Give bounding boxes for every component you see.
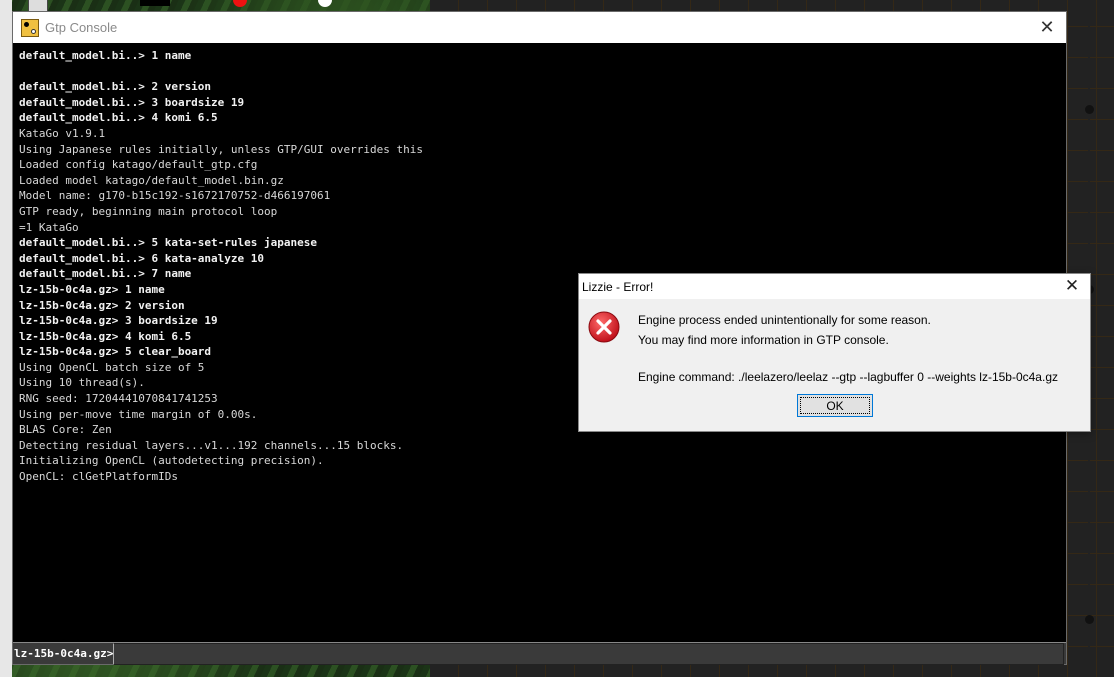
console-line: GTP ready, beginning main protocol loop (19, 204, 278, 218)
error-icon (588, 311, 620, 343)
star-point (1085, 105, 1094, 114)
black-stone (140, 0, 170, 6)
console-command-input[interactable] (113, 642, 1064, 665)
console-line: Detecting residual layers...v1...192 cha… (19, 438, 404, 452)
console-close-button[interactable]: ✕ (1034, 15, 1060, 39)
console-input-bar: lz-15b-0c4a.gz> (13, 642, 1066, 665)
ok-button[interactable]: OK (797, 394, 873, 417)
console-line: Loaded model katago/default_model.bin.gz (19, 173, 284, 187)
close-icon: ✕ (1064, 276, 1080, 295)
console-line: KataGo v1.9.1 (19, 126, 106, 140)
console-line: default_model.bi..> 4 komi 6.5 (19, 111, 218, 125)
dialog-title: Lizzie - Error! (582, 279, 654, 294)
console-line: Loaded config katago/default_gtp.cfg (19, 158, 258, 172)
error-message-line1: Engine process ended unintentionally for… (638, 313, 931, 327)
close-icon: ✕ (1039, 16, 1055, 37)
console-line: =1 KataGo (19, 220, 79, 234)
console-line: Using Japanese rules initially, unless G… (19, 142, 423, 156)
console-title: Gtp Console (45, 20, 118, 35)
dialog-close-button[interactable]: ✕ (1060, 275, 1084, 297)
console-line: default_model.bi..> 3 boardsize 19 (19, 95, 245, 109)
console-line: Initializing OpenCL (autodetecting preci… (19, 454, 324, 468)
console-line: default_model.bi..> 2 version (19, 80, 212, 94)
console-line: OpenCL: clGetPlatformIDs (19, 470, 178, 484)
console-line: default_model.bi..> 5 kata-set-rules jap… (19, 236, 318, 250)
star-point (1085, 615, 1094, 624)
console-line: default_model.bi..> 1 name (19, 49, 192, 62)
console-titlebar[interactable]: Gtp Console ✕ (13, 12, 1066, 43)
lizzie-app-icon (21, 18, 39, 37)
console-line: default_model.bi..> 6 kata-analyze 10 (19, 251, 265, 265)
background-panel (0, 0, 12, 677)
error-dialog: Lizzie - Error! ✕ Engine process ended u… (578, 273, 1091, 432)
error-message-line2: You may find more information in GTP con… (638, 333, 889, 347)
console-line: Model name: g170-b15c192-s1672170752-d46… (19, 189, 331, 203)
engine-command-text: Engine command: ./leelazero/leelaz --gtp… (638, 370, 1058, 384)
console-prompt: lz-15b-0c4a.gz> (14, 647, 114, 660)
dialog-titlebar[interactable]: Lizzie - Error! ✕ (579, 274, 1090, 299)
